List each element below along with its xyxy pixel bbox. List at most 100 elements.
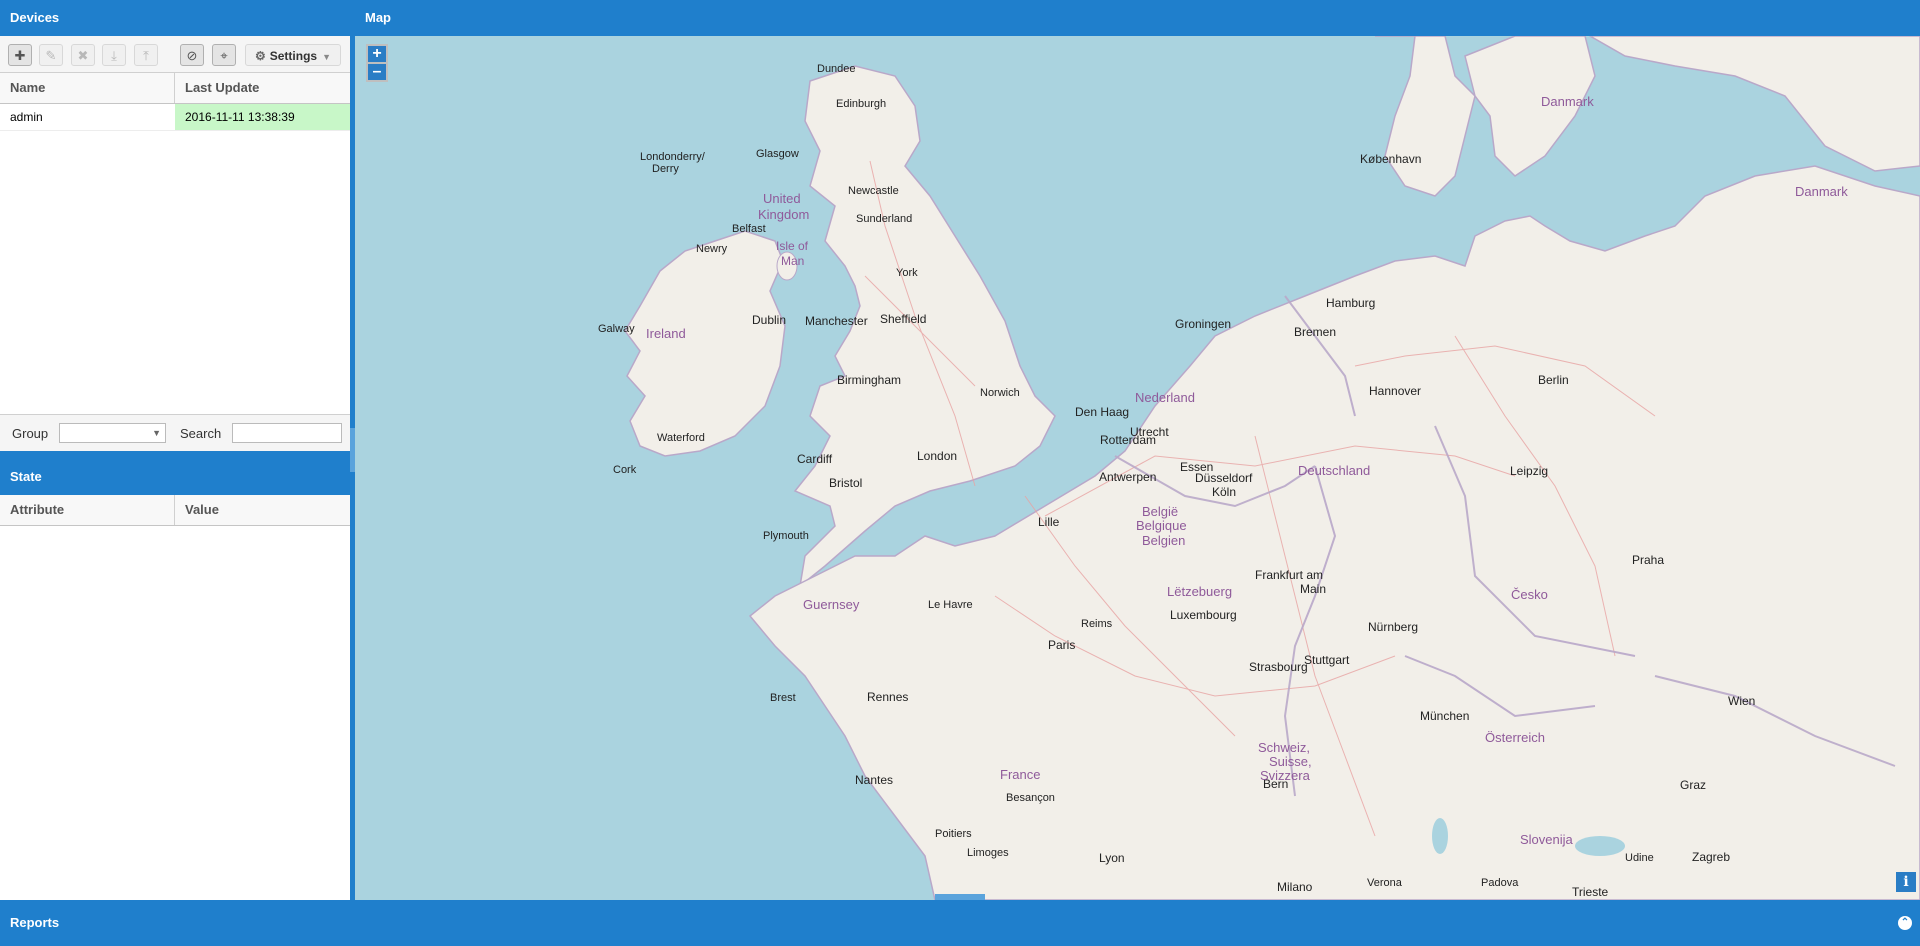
reports-splitter-handle[interactable] xyxy=(935,894,985,900)
plus-icon: ✚ xyxy=(14,48,26,63)
devices-toolbar: ✚ ✎ ✖ ⤓ ⤒ ⊘ ⌖ ⚙ Settings ▼ xyxy=(0,36,350,73)
map-label-zagreb: Zagreb xyxy=(1692,850,1730,864)
map-label-munchen: München xyxy=(1420,709,1469,723)
expand-icon[interactable]: ⌃ xyxy=(1898,916,1912,930)
map-label-verona: Verona xyxy=(1367,877,1403,889)
devices-grid-header: Name Last Update xyxy=(0,73,350,104)
column-attribute[interactable]: Attribute xyxy=(0,495,175,525)
map-canvas[interactable]: Edinburgh Dundee Glasgow Belfast Londond… xyxy=(355,36,1920,900)
map-label-isle-of: Isle of xyxy=(776,239,809,253)
map-label-waterford: Waterford xyxy=(657,432,705,444)
download-button[interactable]: ⤓ xyxy=(102,44,126,66)
zoom-out-button[interactable]: – xyxy=(366,62,388,82)
map-label-limoges: Limoges xyxy=(967,847,1009,859)
table-row[interactable]: admin 2016-11-11 13:38:39 xyxy=(0,104,350,131)
chevron-down-icon: ▼ xyxy=(322,52,332,62)
devices-filter-bar: Group ▼ Search xyxy=(0,414,350,451)
locate-button[interactable]: ⌖ xyxy=(212,44,236,66)
pencil-icon: ✎ xyxy=(45,48,57,63)
map-label-frankfurt: Frankfurt am xyxy=(1255,568,1323,582)
map-label-sheffield: Sheffield xyxy=(880,312,926,326)
map-label-leipzig: Leipzig xyxy=(1510,464,1548,478)
map-label-letzebuerg: Lëtzebuerg xyxy=(1167,584,1232,599)
map-label-milano: Milano xyxy=(1277,880,1313,894)
map-label-newcastle: Newcastle xyxy=(848,185,899,197)
devices-header: Devices xyxy=(0,0,350,36)
map-label-kingdom: Kingdom xyxy=(758,207,809,222)
upload-button[interactable]: ⤒ xyxy=(134,44,158,66)
map-label-utrecht: Utrecht xyxy=(1130,425,1169,439)
map-label-glasgow: Glasgow xyxy=(756,148,799,160)
map-label-guernsey: Guernsey xyxy=(803,597,860,612)
map-label-rennes: Rennes xyxy=(867,690,908,704)
map-label-newry: Newry xyxy=(696,243,728,255)
map-label-svizzera: Svizzera xyxy=(1260,768,1311,783)
no-follow-icon: ⊘ xyxy=(186,48,198,63)
map-label-belgie: België xyxy=(1142,504,1178,519)
state-grid-body xyxy=(0,526,350,896)
map-label-manchester: Manchester xyxy=(805,314,868,328)
map-label-france: France xyxy=(1000,767,1040,782)
map-label-hannover: Hannover xyxy=(1369,384,1421,398)
map-label-besancon: Besançon xyxy=(1006,792,1055,804)
search-label: Search xyxy=(180,426,222,441)
column-name[interactable]: Name xyxy=(0,73,175,103)
column-value[interactable]: Value xyxy=(175,495,350,525)
reports-panel: Reports ⌃ xyxy=(0,894,1920,946)
map-tiles: Edinburgh Dundee Glasgow Belfast Londond… xyxy=(598,36,1920,900)
map-label-reims: Reims xyxy=(1081,618,1113,630)
map-label-slovenija: Slovenija xyxy=(1520,832,1574,847)
map-label-danmark: Danmark xyxy=(1541,94,1594,109)
edit-button[interactable]: ✎ xyxy=(39,44,63,66)
map-label-dublin: Dublin xyxy=(752,313,786,327)
map-label-bremen: Bremen xyxy=(1294,325,1336,339)
map-label-deutschland: Deutschland xyxy=(1298,463,1370,478)
map-label-danmark-2: Danmark xyxy=(1795,184,1848,199)
map-label-suisse: Suisse, xyxy=(1269,754,1312,769)
map-label-main: Main xyxy=(1300,582,1326,596)
state-grid-header: Attribute Value xyxy=(0,495,350,526)
map-label-strasbourg: Strasbourg xyxy=(1249,660,1308,674)
group-label: Group xyxy=(12,426,49,441)
upload-icon: ⤒ xyxy=(143,48,149,63)
map-label-groningen: Groningen xyxy=(1175,317,1231,331)
map-label-praha: Praha xyxy=(1632,553,1664,567)
map-label-berlin: Berlin xyxy=(1538,373,1569,387)
settings-button[interactable]: ⚙ Settings ▼ xyxy=(245,44,341,66)
crosshair-icon: ⌖ xyxy=(220,48,228,63)
add-button[interactable]: ✚ xyxy=(8,44,32,66)
gear-icon: ⚙ xyxy=(254,49,266,63)
group-select[interactable]: ▼ xyxy=(59,423,166,443)
map-label-cardiff: Cardiff xyxy=(797,452,833,466)
map-label-hamburg: Hamburg xyxy=(1326,296,1375,310)
remove-button[interactable]: ✖ xyxy=(71,44,95,66)
chevron-down-icon[interactable]: ▼ xyxy=(152,424,161,442)
map-label-londonderry: Londonderry/ xyxy=(640,151,706,163)
map-label-bristol: Bristol xyxy=(829,476,862,490)
follow-button[interactable]: ⊘ xyxy=(180,44,204,66)
download-icon: ⤓ xyxy=(111,48,117,63)
cross-icon: ✖ xyxy=(77,48,89,63)
zoom-in-button[interactable]: + xyxy=(366,44,388,64)
map-label-ireland: Ireland xyxy=(646,326,686,341)
map-label-luxembourg: Luxembourg xyxy=(1170,608,1237,622)
device-last-update-cell: 2016-11-11 13:38:39 xyxy=(175,104,350,130)
map-label-man: Man xyxy=(781,254,804,268)
map-label-paris: Paris xyxy=(1048,638,1075,652)
map-label-galway: Galway xyxy=(598,323,635,335)
map-label-den-haag: Den Haag xyxy=(1075,405,1129,419)
panel-separator xyxy=(0,451,350,459)
map-label-dundee: Dundee xyxy=(817,63,856,75)
map-label-london: London xyxy=(917,449,957,463)
map-panel: Map Edinburgh Dundee Glasgow Belfast Lon… xyxy=(355,0,1920,900)
device-name-cell: admin xyxy=(10,110,43,124)
map-label-nurnberg: Nürnberg xyxy=(1368,620,1418,634)
map-header: Map xyxy=(355,0,1920,36)
map-label-york: York xyxy=(896,267,918,279)
info-icon[interactable]: i xyxy=(1896,872,1916,892)
search-input[interactable] xyxy=(232,423,342,443)
map-label-derry: Derry xyxy=(652,163,679,175)
map-label-udine: Udine xyxy=(1625,852,1654,864)
column-last-update[interactable]: Last Update xyxy=(175,73,350,103)
state-header: State xyxy=(0,459,350,495)
